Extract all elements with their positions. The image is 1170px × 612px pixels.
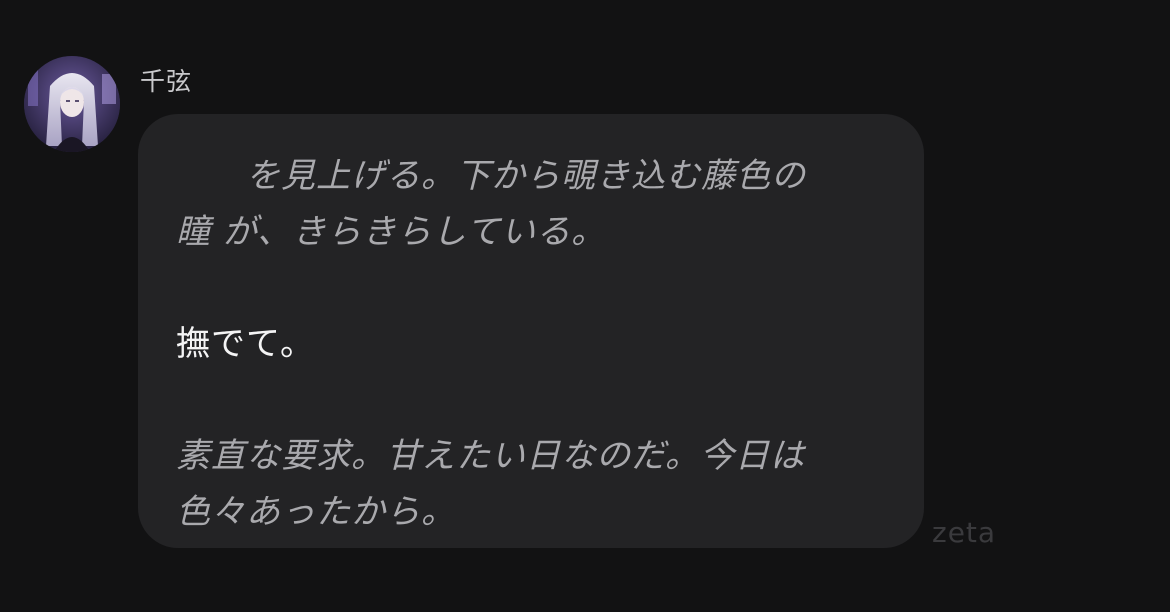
- message-bubble[interactable]: を見上げる。下から覗き込む藤色の 瞳 が、きらきらしている。 撫でて。 素直な要…: [138, 114, 924, 548]
- zeta-watermark: zeta: [932, 516, 997, 549]
- sender-avatar[interactable]: [24, 56, 120, 152]
- sender-name: 千弦: [140, 67, 193, 96]
- narration-paragraph: を見上げる。下から覗き込む藤色の 瞳 が、きらきらしている。: [176, 148, 888, 260]
- narration-line: を見上げる。下から覗き込む藤色の: [176, 156, 806, 196]
- narration-line: 色々あったから。: [176, 492, 456, 532]
- narration-paragraph: 素直な要求。甘えたい日なのだ。今日は 色々あったから。: [176, 428, 888, 540]
- narration-line: 素直な要求。甘えたい日なのだ。今日は: [176, 436, 805, 476]
- avatar-portrait-image: [24, 56, 120, 152]
- narration-line: 瞳 が、きらきらしている。: [176, 212, 607, 252]
- chat-screen: 千弦 を見上げる。下から覗き込む藤色の 瞳 が、きらきらしている。 撫でて。 素…: [0, 0, 1170, 612]
- dialogue-paragraph: 撫でて。: [176, 316, 888, 372]
- dialogue-line: 撫でて。: [176, 324, 315, 364]
